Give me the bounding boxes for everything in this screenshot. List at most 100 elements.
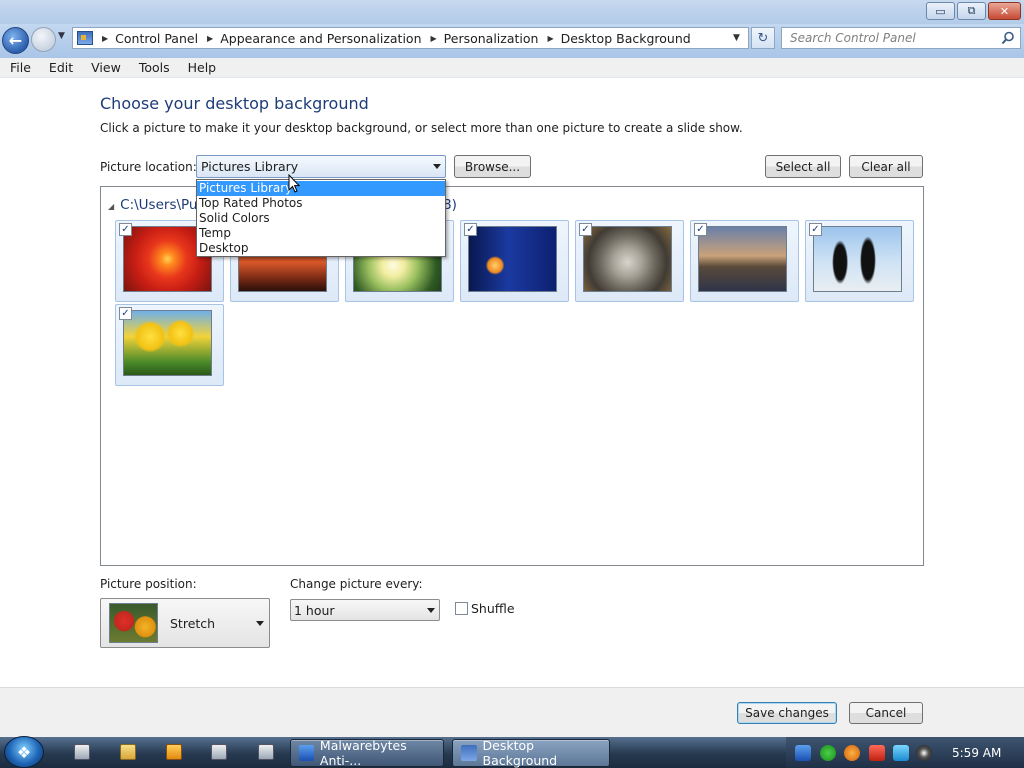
quicklaunch-app-icon[interactable] [258,744,274,760]
koala-thumbnail [583,226,672,292]
folder-group-header[interactable]: ◢ C:\Users\Pu [108,197,198,213]
forward-button[interactable] [31,27,56,52]
antivirus-tray-icon[interactable] [820,745,836,761]
tulips-thumbnail [123,310,212,376]
address-dropdown-icon[interactable]: ▼ [733,33,740,43]
malwarebytes-tray-icon[interactable] [795,745,811,761]
page-title: Choose your desktop background [100,94,369,113]
refresh-button[interactable]: ↻ [751,27,775,49]
menu-file[interactable]: File [0,60,40,75]
maximize-icon: ⧉ [967,4,976,17]
recent-pages-chevron-icon[interactable]: ▼ [58,31,65,41]
search-tray-icon[interactable] [844,745,860,761]
breadcrumb-separator-icon[interactable]: ▶ [547,34,553,43]
breadcrumb-desktop-background[interactable]: Desktop Background [561,31,691,46]
picture-tile-tulips[interactable]: ✓ [115,304,224,386]
picture-tile-jellyfish[interactable]: ✓ [460,220,569,302]
picture-position-label: Picture position: [100,577,197,591]
picture-location-label: Picture location: [100,160,197,174]
back-button[interactable]: ← [2,27,29,54]
position-preview-thumbnail [109,603,158,643]
close-button[interactable]: ✕ [988,2,1021,20]
picture-checkbox[interactable]: ✓ [809,223,822,236]
picture-location-select[interactable]: Pictures Library [196,155,446,178]
location-option-desktop[interactable]: Desktop [197,241,445,256]
picture-tile-koala[interactable]: ✓ [575,220,684,302]
menu-bar: File Edit View Tools Help [0,58,1024,78]
change-interval-value: 1 hour [294,602,335,618]
shuffle-checkbox[interactable] [455,602,468,615]
address-bar[interactable]: ▶ Control Panel ▶ Appearance and Persona… [72,27,749,49]
minimize-button[interactable]: ▭ [926,2,955,20]
title-bar [0,0,1024,24]
location-option-pictures-library[interactable]: Pictures Library [197,181,445,196]
breadcrumb-personalization[interactable]: Personalization [444,31,539,46]
dropdown-arrow-icon [433,164,441,169]
breadcrumb-control-panel[interactable]: Control Panel [115,31,198,46]
picture-position-value: Stretch [170,615,216,631]
search-placeholder: Search Control Panel [790,31,916,45]
location-option-solid-colors[interactable]: Solid Colors [197,211,445,226]
breadcrumb-separator-icon[interactable]: ▶ [207,34,213,43]
penguins-thumbnail [813,226,902,292]
picture-checkbox[interactable]: ✓ [579,223,592,236]
change-picture-label: Change picture every: [290,577,423,591]
start-button[interactable]: ❖ [4,736,44,768]
search-icon[interactable] [1001,31,1015,45]
back-arrow-icon: ← [8,31,23,50]
taskbar-button-label: Malwarebytes Anti-... [319,738,407,768]
page-description: Click a picture to make it your desktop … [100,121,743,135]
quicklaunch-media-player-icon[interactable] [166,744,182,760]
collapse-triangle-icon[interactable]: ◢ [108,202,114,211]
taskbar-button-desktop-background[interactable]: Desktop Background [452,738,610,768]
picture-checkbox[interactable]: ✓ [119,307,132,320]
menu-view[interactable]: View [82,60,130,75]
clock[interactable]: 5:59 AM [952,746,1001,760]
location-option-top-rated-photos[interactable]: Top Rated Photos [197,196,445,211]
refresh-icon: ↻ [757,30,769,46]
menu-help[interactable]: Help [179,60,226,75]
change-interval-select[interactable]: 1 hour [290,599,440,621]
picture-tile-penguins[interactable]: ✓ [805,220,914,302]
save-changes-button[interactable]: Save changes [737,702,837,724]
taskbar-button-label: Desktop Background [482,738,558,768]
folder-path: C:\Users\Pu [120,197,198,213]
mouse-cursor-icon [288,174,300,193]
dropdown-arrow-icon [427,608,435,613]
search-input[interactable]: Search Control Panel [781,27,1021,49]
minimize-icon: ▭ [935,4,946,18]
breadcrumb-separator-icon[interactable]: ▶ [102,34,108,43]
picture-position-select[interactable]: Stretch [100,598,270,648]
flag-tray-icon[interactable] [869,745,885,761]
picture-location-value: Pictures Library [201,159,299,174]
shuffle-label[interactable]: Shuffle [471,601,515,616]
control-panel-icon [461,745,477,761]
malwarebytes-icon [299,745,314,761]
breadcrumb-appearance-personalization[interactable]: Appearance and Personalization [220,31,421,46]
windows-logo-icon: ❖ [16,742,32,762]
picture-location-dropdown-list: Pictures Library Top Rated Photos Solid … [196,179,446,257]
breadcrumb-separator-icon[interactable]: ▶ [431,34,437,43]
taskbar-button-malwarebytes[interactable]: Malwarebytes Anti-... [290,738,444,768]
jellyfish-thumbnail [468,226,557,292]
control-panel-icon [77,31,93,45]
menu-tools[interactable]: Tools [130,60,179,75]
browse-button[interactable]: Browse... [454,155,531,178]
menu-edit[interactable]: Edit [40,60,82,75]
location-option-temp[interactable]: Temp [197,226,445,241]
picture-checkbox[interactable]: ✓ [119,223,132,236]
select-all-button[interactable]: Select all [765,155,841,178]
close-icon: ✕ [999,4,1010,18]
picture-checkbox[interactable]: ✓ [694,223,707,236]
quicklaunch-app-icon[interactable] [74,744,90,760]
lighthouse-thumbnail [698,226,787,292]
quicklaunch-explorer-icon[interactable] [120,744,136,760]
network-tray-icon[interactable] [893,745,909,761]
cancel-button[interactable]: Cancel [849,702,923,724]
clear-all-button[interactable]: Clear all [849,155,923,178]
picture-tile-lighthouse[interactable]: ✓ [690,220,799,302]
picture-checkbox[interactable]: ✓ [464,223,477,236]
maximize-button[interactable]: ⧉ [957,2,986,20]
quicklaunch-app-icon[interactable] [211,744,227,760]
volume-tray-icon[interactable] [916,745,932,761]
